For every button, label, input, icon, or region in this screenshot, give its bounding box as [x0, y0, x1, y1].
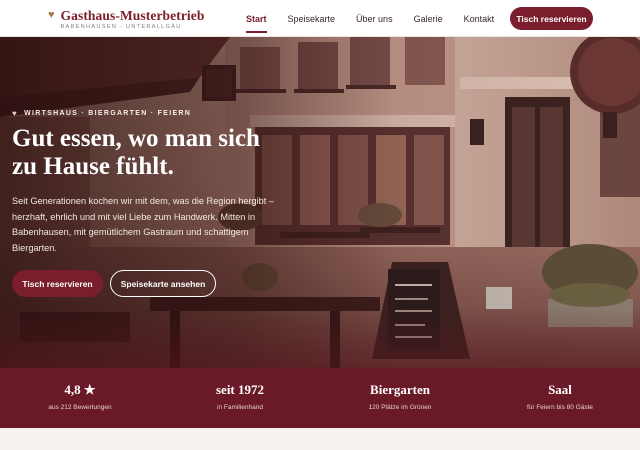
- stat-label: in Familienhand: [217, 404, 263, 411]
- hero-lead-text: Seit Generationen kochen wir mit dem, wa…: [12, 196, 274, 253]
- hero-section: ♥ WIRTSHAUS · BIERGARTEN · FEIERN Gut es…: [0, 37, 640, 368]
- brand-subtitle: BABENHAUSEN · UNTERALLGÄU: [60, 24, 182, 30]
- hero-kicker-text: WIRTSHAUS · BIERGARTEN · FEIERN: [24, 110, 192, 117]
- nav-item-speisekarte[interactable]: Speisekarte: [288, 13, 336, 25]
- stat-value: 4,8 ★: [64, 382, 96, 397]
- stat-value: Biergarten: [370, 382, 430, 397]
- stat-rating: 4,8 ★ aus 212 Bewertungen: [0, 368, 160, 428]
- stat-label: aus 212 Bewertungen: [48, 404, 112, 411]
- stat-since: seit 1972 in Familienhand: [160, 368, 320, 428]
- stats-band: 4,8 ★ aus 212 Bewertungen seit 1972 in F…: [0, 368, 640, 428]
- stat-label: 120 Plätze im Grünen: [368, 404, 432, 411]
- stat-value: seit 1972: [215, 382, 265, 397]
- stat-hall: Saal für Feiern bis 80 Gäste: [480, 368, 640, 428]
- stat-label: für Feiern bis 80 Gäste: [526, 404, 594, 411]
- hero-headline-line2: zu Hause fühlt.: [12, 153, 174, 180]
- main-nav: Start Speisekarte Über uns Galerie Konta…: [246, 13, 515, 33]
- hero-kicker: ♥ WIRTSHAUS · BIERGARTEN · FEIERN: [12, 109, 191, 118]
- site-header: ♥ Gasthaus-Musterbetrieb BABENHAUSEN · U…: [0, 0, 640, 37]
- view-menu-button[interactable]: Speisekarte ansehen: [110, 270, 216, 297]
- nav-item-galerie[interactable]: Galerie: [414, 13, 443, 25]
- stat-beergarden: Biergarten 120 Plätze im Grünen: [320, 368, 480, 428]
- reserve-table-button[interactable]: Tisch reservieren: [12, 270, 103, 297]
- nav-item-kontakt[interactable]: Kontakt: [464, 13, 495, 25]
- brand-logo[interactable]: ♥ Gasthaus-Musterbetrieb BABENHAUSEN · U…: [48, 9, 204, 30]
- page-bottom-strip: [0, 428, 640, 450]
- brand-text: Gasthaus-Musterbetrieb BABENHAUSEN · UNT…: [61, 9, 205, 30]
- reserve-table-header-button[interactable]: Tisch reservieren: [510, 7, 593, 30]
- heart-icon: ♥: [12, 109, 19, 118]
- hero-bottom-fade: [0, 308, 640, 368]
- brand-name: Gasthaus-Musterbetrieb: [60, 8, 205, 23]
- heart-icon: ♥: [48, 9, 55, 21]
- hero-headline-line1: Gut essen, wo man sich: [12, 125, 260, 152]
- stat-value: Saal: [548, 382, 572, 397]
- nav-item-start[interactable]: Start: [246, 13, 267, 33]
- hero-headline: Gut essen, wo man sich zu Hause fühlt.: [12, 125, 342, 181]
- nav-item-ueber-uns[interactable]: Über uns: [356, 13, 393, 25]
